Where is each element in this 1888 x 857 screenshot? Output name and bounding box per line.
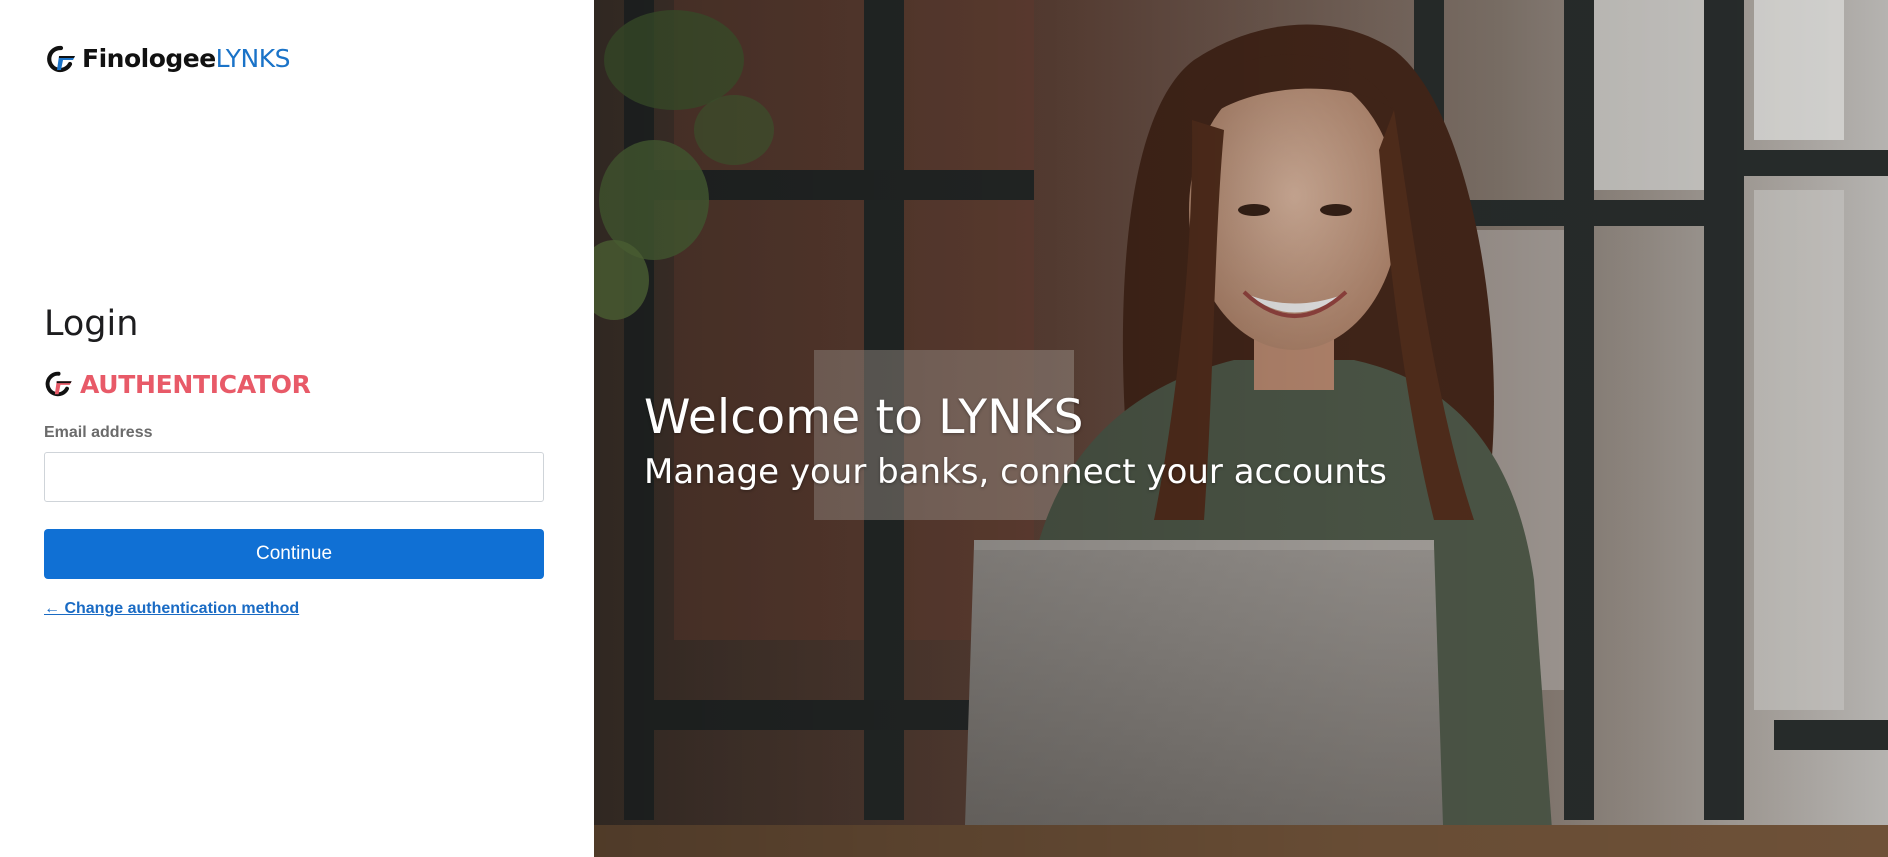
hero-panel: Welcome to LYNKS Manage your banks, conn… <box>594 0 1888 857</box>
page-title: Login <box>44 304 139 344</box>
continue-button[interactable]: Continue <box>44 529 544 579</box>
hero-subtitle: Manage your banks, connect your accounts <box>644 452 1387 492</box>
brand-logo: FinologeeLYNKS <box>46 42 291 76</box>
email-label: Email address <box>44 424 153 441</box>
brand-suffix: LYNKS <box>215 44 291 73</box>
auth-method-badge: AUTHENTICATOR <box>44 368 311 400</box>
hero-text: Welcome to LYNKS Manage your banks, conn… <box>644 390 1387 494</box>
login-page: FinologeeLYNKS Login AUTHENTICATOR Email… <box>0 0 1888 857</box>
finologee-logo-icon <box>47 45 75 73</box>
change-authentication-method-link[interactable]: ← Change authentication method <box>44 600 299 618</box>
login-panel: FinologeeLYNKS Login AUTHENTICATOR Email… <box>0 0 594 857</box>
hero-title: Welcome to LYNKS <box>644 390 1084 445</box>
finologee-logo-icon <box>45 371 72 397</box>
brand-name: Finologee <box>82 44 216 73</box>
auth-method-label: AUTHENTICATOR <box>80 369 311 399</box>
email-field[interactable] <box>44 452 544 502</box>
